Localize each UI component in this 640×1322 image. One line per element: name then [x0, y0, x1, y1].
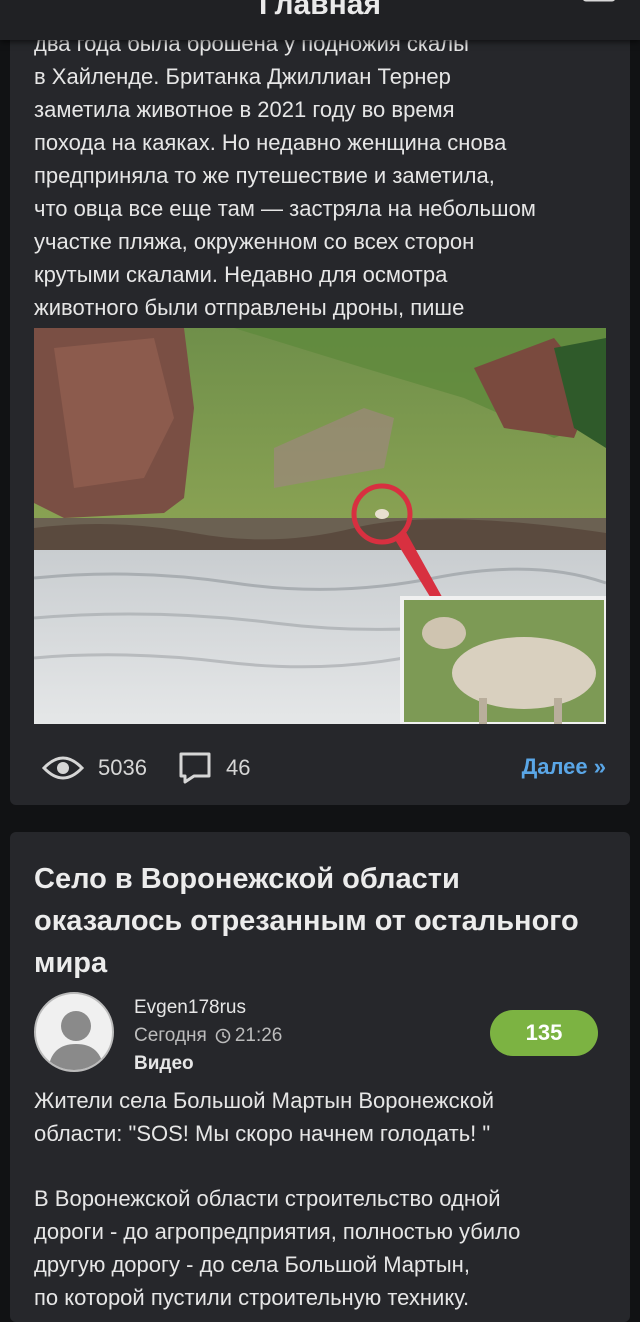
article-paragraph: В Воронежской области строительство одно…	[34, 1182, 614, 1314]
views-counter: 5036	[42, 748, 147, 788]
article-card: два года была брошена у подножия скалы в…	[10, 0, 630, 805]
notifications-icon[interactable]	[580, 0, 618, 8]
page-title: Главная	[258, 0, 381, 21]
date-label: Сегодня	[134, 1025, 207, 1046]
text-line: крутыми скалами. Недавно для осмотра	[34, 262, 448, 287]
text-line: по которой пустили строительную технику.	[34, 1285, 470, 1310]
article-card: Село в Воронежской области оказалось отр…	[10, 832, 630, 1322]
eye-icon	[42, 756, 84, 780]
author-name[interactable]: Evgen178rus	[134, 994, 282, 1022]
article-stats: 5036 46 Далее »	[34, 748, 606, 788]
post-date: Сегодня 21:26	[134, 1022, 282, 1050]
user-icon	[48, 1011, 104, 1070]
comments-count: 46	[226, 755, 251, 780]
category-label[interactable]: Видео	[134, 1050, 282, 1078]
read-more-link[interactable]: Далее »	[522, 754, 606, 780]
text-line: области: "SOS! Мы скоро начнем голодать!…	[34, 1121, 491, 1146]
comments-counter[interactable]: 46	[178, 748, 250, 788]
time-label: 21:26	[234, 1025, 283, 1046]
article-meta: Evgen178rus Сегодня 21:26 Видео	[134, 994, 282, 1078]
text-line: В Воронежской области строительство одно…	[34, 1186, 501, 1211]
article-image[interactable]	[34, 328, 606, 724]
top-app-bar: Главная	[0, 0, 640, 40]
article-title[interactable]: Село в Воронежской области оказалось отр…	[34, 858, 614, 984]
clock-icon	[215, 1028, 231, 1044]
comment-icon	[179, 752, 211, 784]
text-line: похода на каяках. Но недавно женщина сно…	[34, 130, 507, 155]
text-line: Жители села Большой Мартын Воронежской	[34, 1088, 494, 1113]
article-excerpt: два года была брошена у подножия скалы в…	[34, 27, 614, 324]
text-line: животного были отправлены дроны, пише	[34, 295, 465, 320]
rating-badge[interactable]: 135	[490, 1010, 598, 1056]
text-line: в Хайленде. Британка Джиллиан Тернер	[34, 64, 451, 89]
article-paragraph: Жители села Большой Мартын Воронежской о…	[34, 1084, 614, 1150]
text-line: другую дорогу - до села Большой Мартын,	[34, 1252, 470, 1277]
avatar[interactable]	[34, 992, 114, 1072]
text-line: что овца все еще там — застряла на небол…	[34, 196, 536, 221]
text-line: заметила животное в 2021 году во время	[34, 97, 455, 122]
views-count: 5036	[98, 755, 147, 780]
text-line: участке пляжа, окруженном со всех сторон	[34, 229, 475, 254]
text-line: предприняла то же путешествие и заметила…	[34, 163, 495, 188]
text-line: дороги - до агропредприятия, полностью у…	[34, 1219, 521, 1244]
